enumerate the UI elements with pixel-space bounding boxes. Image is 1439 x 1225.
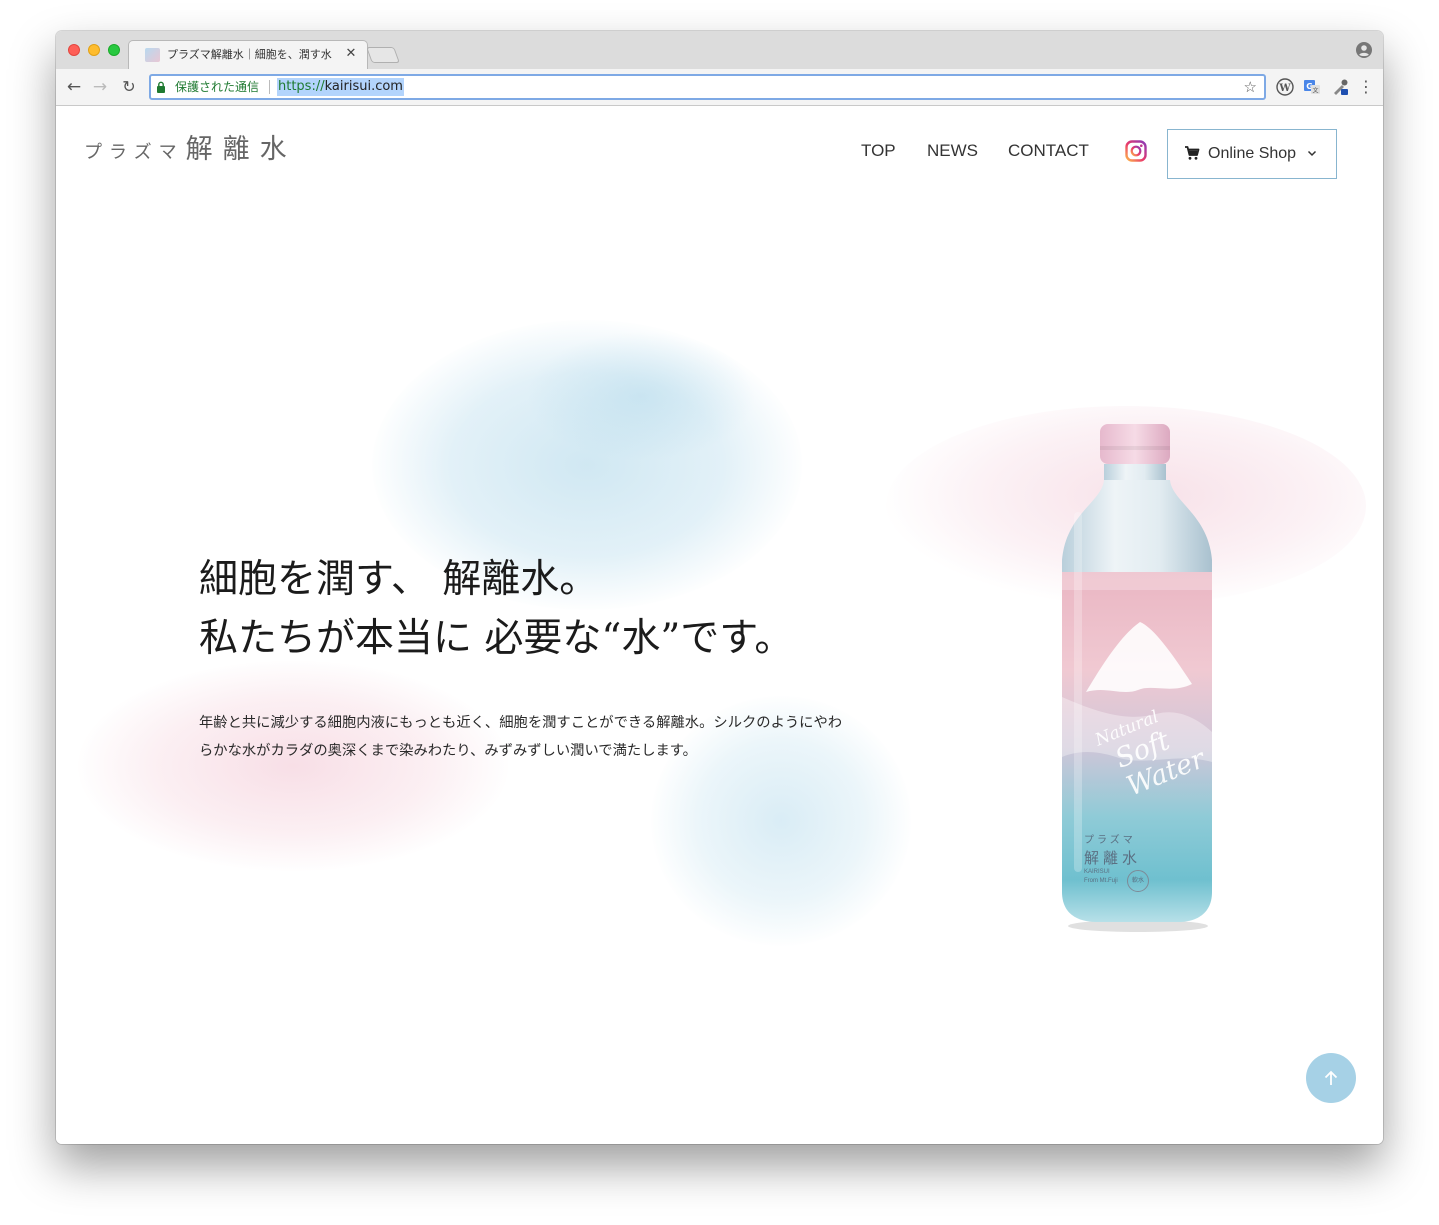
profile-icon[interactable]	[1356, 42, 1372, 58]
secure-connection-label: 保護された通信	[175, 80, 260, 94]
tab-strip: プラズマ解離水｜細胞を、潤す水 ✕	[56, 31, 1383, 69]
site-logo[interactable]: プラズマ解離水	[84, 128, 297, 172]
soft-water-badge: 軟水	[1127, 870, 1149, 892]
close-window-button[interactable]	[68, 44, 80, 56]
bookmark-star-icon[interactable]: ☆	[1244, 78, 1257, 96]
browser-menu-icon[interactable]: ⋮	[1358, 77, 1374, 97]
url-host: kairisui.com	[324, 79, 403, 94]
bottle-brand-kanji: 解離水	[1084, 849, 1142, 867]
arrow-up-icon	[1324, 1070, 1338, 1085]
logo-kana: プラズマ	[84, 142, 184, 163]
chevron-down-icon	[1307, 150, 1317, 157]
scroll-to-top-button[interactable]	[1306, 1053, 1356, 1103]
bottle-brand-origin: From Mt.Fuji	[1084, 878, 1118, 884]
bottle-brand-en: KAIRISUI	[1084, 869, 1110, 875]
lock-icon	[157, 81, 165, 93]
online-shop-button[interactable]: Online Shop	[1167, 129, 1337, 179]
minimize-window-button[interactable]	[88, 44, 100, 56]
online-shop-label: Online Shop	[1208, 145, 1297, 162]
hero-heading-line-1: 細胞を潤す、 解離水。	[199, 557, 599, 602]
hero-description-line-2: らかな水がカラダの奥深くまで染みわたり、みずみずしい潤いで満たします。	[199, 743, 697, 759]
logo-kanji: 解離水	[185, 134, 297, 165]
svg-text:W: W	[1278, 83, 1291, 94]
new-tab-button[interactable]	[366, 47, 400, 63]
web-page: プラズマ解離水 TOP NEWS CONTACT Online Shop 細胞を…	[56, 106, 1383, 1144]
bottle-brand-label: プラズマ 解離水 KAIRISUI From Mt.Fuji	[1084, 834, 1164, 886]
browser-tab[interactable]: プラズマ解離水｜細胞を、潤す水 ✕	[128, 40, 368, 69]
hero-description: 年齢と共に減少する細胞内液にもっとも近く、細胞を潤すことができる解離水。シルクの…	[199, 709, 939, 765]
translate-extension-icon[interactable]: G 文	[1303, 78, 1321, 96]
reload-icon[interactable]: ↻	[119, 77, 139, 97]
svg-text:文: 文	[1312, 87, 1318, 95]
bottle-brand-kana: プラズマ	[1084, 835, 1136, 846]
watercolor-pink-left	[78, 661, 508, 871]
forward-icon[interactable]: →	[90, 77, 110, 97]
favicon-icon	[145, 48, 160, 62]
browser-window: プラズマ解離水｜細胞を、潤す水 ✕ ← → ↻ 保護された通信 https://…	[56, 31, 1383, 1144]
nav-top[interactable]: TOP	[861, 140, 896, 162]
hero-heading-line-2: 私たちが本当に 必要な“水”です。	[199, 616, 794, 661]
eyedropper-extension-icon[interactable]	[1331, 78, 1349, 96]
hero-heading: 細胞を潤す、 解離水。 私たちが本当に 必要な“水”です。	[199, 550, 899, 668]
nav-news[interactable]: NEWS	[927, 140, 978, 162]
tab-title: プラズマ解離水｜細胞を、潤す水	[167, 48, 332, 61]
browser-toolbar: ← → ↻ 保護された通信 https://kairisui.com ☆ W G…	[56, 69, 1383, 106]
zoom-window-button[interactable]	[108, 44, 120, 56]
instagram-icon[interactable]	[1125, 140, 1147, 162]
url-text[interactable]: https://kairisui.com	[277, 78, 404, 96]
back-icon[interactable]: ←	[64, 77, 84, 97]
address-bar[interactable]: 保護された通信 https://kairisui.com ☆	[149, 74, 1266, 100]
watercolor-blue-top-accent	[526, 331, 756, 461]
wordpress-extension-icon[interactable]: W	[1276, 78, 1294, 96]
nav-contact[interactable]: CONTACT	[1008, 140, 1089, 162]
close-tab-icon[interactable]: ✕	[343, 45, 359, 63]
url-scheme: https://	[278, 79, 325, 94]
cart-icon	[1185, 146, 1200, 160]
hero-description-line-1: 年齢と共に減少する細胞内液にもっとも近く、細胞を潤すことができる解離水。シルクの…	[199, 715, 843, 731]
omnibox-divider	[269, 80, 270, 94]
